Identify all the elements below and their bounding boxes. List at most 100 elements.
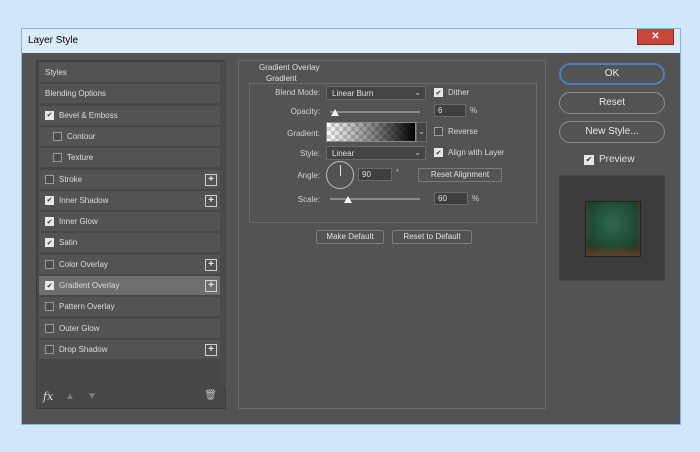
scale-percent: % <box>472 194 480 203</box>
checkbox-icon[interactable] <box>53 131 62 141</box>
reset-alignment-button[interactable]: Reset Alignment <box>418 168 502 182</box>
add-icon[interactable]: + <box>205 194 217 207</box>
move-up-icon[interactable]: ▲ <box>65 391 75 402</box>
degree-symbol: ° <box>396 168 400 177</box>
preview-box <box>559 175 665 281</box>
checkbox-icon[interactable] <box>45 174 54 184</box>
reset-to-default-button[interactable]: Reset to Default <box>392 230 472 244</box>
style-item-inner-shadow[interactable]: ✔ Inner Shadow + <box>39 190 225 211</box>
checkbox-icon[interactable] <box>53 153 62 163</box>
angle-needle <box>340 165 341 176</box>
align-with-layer-label: Align with Layer <box>448 148 505 157</box>
style-item-label: Blending Options <box>45 89 106 99</box>
close-button[interactable]: ✕ <box>637 29 674 45</box>
style-item-styles[interactable]: Styles <box>39 63 225 83</box>
move-down-icon[interactable]: ▼ <box>87 391 97 402</box>
chevron-down-icon: ⌄ <box>414 88 421 97</box>
add-icon[interactable]: + <box>205 258 217 271</box>
style-item-label: Bevel & Emboss <box>59 110 118 120</box>
preview-checkbox[interactable]: ✔ Preview <box>584 154 635 165</box>
gradient-picker-chevron-icon[interactable]: ⌄ <box>416 122 427 142</box>
style-item-label: Styles <box>45 68 67 77</box>
style-item-drop-shadow[interactable]: Drop Shadow + <box>39 339 225 360</box>
dialog-content: Styles Blending Options ✔ Bevel & Emboss Con… <box>22 53 680 424</box>
reverse-checkbox[interactable]: Reverse <box>434 127 478 136</box>
blend-mode-label: Blend Mode: <box>275 88 320 97</box>
style-item-label: Pattern Overlay <box>59 302 115 312</box>
style-item-label: Contour <box>67 131 96 141</box>
style-item-bevel-emboss[interactable]: ✔ Bevel & Emboss <box>39 105 225 126</box>
gradient-settings-box: Blend Mode: Linear Burn ⌄ ✔ Dither Opaci… <box>249 83 537 223</box>
check-icon[interactable]: ✔ <box>45 281 54 290</box>
styles-scrollbar[interactable] <box>220 61 226 388</box>
style-item-label: Stroke <box>59 174 83 184</box>
angle-label: Angle: <box>297 171 320 180</box>
style-label: Style: <box>299 149 320 158</box>
checkbox-icon[interactable] <box>45 344 54 354</box>
preview-label: Preview <box>599 154 635 165</box>
style-item-label: Color Overlay <box>59 259 108 269</box>
style-item-gradient-overlay[interactable]: ✔ Gradient Overlay + <box>39 276 225 296</box>
style-item-color-overlay[interactable]: Color Overlay + <box>39 254 225 275</box>
checkbox-icon[interactable] <box>45 302 54 312</box>
gradient-overlay-panel: Gradient Overlay Gradient Blend Mode: Li… <box>238 60 546 409</box>
dialog-title: Layer Style <box>28 35 79 46</box>
style-item-label: Outer Glow <box>59 323 100 333</box>
style-item-inner-glow[interactable]: ✔ Inner Glow <box>39 212 225 233</box>
gradient-swatch[interactable] <box>326 122 416 142</box>
blend-mode-value: Linear Burn <box>332 89 374 98</box>
style-item-label: Inner Glow <box>59 217 98 227</box>
check-icon[interactable]: ✔ <box>45 238 54 248</box>
layer-style-dialog: Layer Style ✕ Styles Blending Options ✔ Bev… <box>21 28 681 425</box>
title-bar[interactable]: Layer Style ✕ <box>22 29 680 53</box>
check-icon: ✔ <box>584 154 594 165</box>
opacity-input[interactable]: 6 <box>434 104 466 117</box>
check-icon: ✔ <box>434 148 443 157</box>
opacity-label: Opacity: <box>290 107 320 116</box>
preview-thumbnail <box>586 202 640 256</box>
dither-label: Dither <box>448 88 470 97</box>
blend-mode-select[interactable]: Linear Burn ⌄ <box>326 86 426 100</box>
scale-input[interactable]: 60 <box>434 192 468 205</box>
opacity-slider-track[interactable] <box>330 111 420 113</box>
align-with-layer-checkbox[interactable]: ✔ Align with Layer <box>434 148 504 157</box>
style-item-texture[interactable]: Texture <box>39 148 225 169</box>
style-item-satin[interactable]: ✔ Satin <box>39 233 225 254</box>
fx-icon[interactable]: fx <box>43 390 53 403</box>
add-icon[interactable]: + <box>205 280 217 292</box>
checkbox-icon[interactable] <box>45 323 54 333</box>
style-select[interactable]: Linear ⌄ <box>326 146 426 160</box>
style-item-label: Texture <box>67 153 94 163</box>
style-item-label: Gradient Overlay <box>59 281 120 290</box>
scale-slider-thumb[interactable] <box>344 196 352 203</box>
style-item-outer-glow[interactable]: Outer Glow <box>39 318 225 339</box>
checkbox-icon[interactable] <box>45 259 54 269</box>
sub-title: Gradient <box>266 74 297 83</box>
angle-dial[interactable] <box>326 161 354 189</box>
new-style-button[interactable]: New Style... <box>559 121 665 143</box>
styles-list-panel: Styles Blending Options ✔ Bevel & Emboss Con… <box>36 60 226 409</box>
scale-label: Scale: <box>297 195 320 204</box>
check-icon[interactable]: ✔ <box>45 195 54 205</box>
opacity-slider-thumb[interactable] <box>331 109 340 116</box>
check-icon[interactable]: ✔ <box>45 110 54 120</box>
style-item-label: Inner Shadow <box>59 195 109 205</box>
ok-button[interactable]: OK <box>559 63 665 85</box>
chevron-down-icon: ⌄ <box>414 148 421 157</box>
style-item-pattern-overlay[interactable]: Pattern Overlay <box>39 297 225 318</box>
opacity-percent: % <box>470 106 478 115</box>
style-item-stroke[interactable]: Stroke + <box>39 169 225 190</box>
checkbox-icon <box>434 127 443 136</box>
styles-list-footer: fx ▲ ▼ 🗑 <box>37 386 225 408</box>
trash-icon[interactable]: 🗑 <box>204 390 217 401</box>
style-item-blending-options[interactable]: Blending Options <box>39 84 225 105</box>
check-icon[interactable]: ✔ <box>45 217 54 227</box>
gradient-label: Gradient: <box>287 129 320 138</box>
angle-input[interactable]: 90 <box>358 168 392 181</box>
dither-checkbox[interactable]: ✔ Dither <box>434 88 469 97</box>
make-default-button[interactable]: Make Default <box>316 230 384 244</box>
style-item-contour[interactable]: Contour <box>39 126 225 147</box>
add-icon[interactable]: + <box>205 343 217 356</box>
add-icon[interactable]: + <box>205 173 217 186</box>
reset-button[interactable]: Reset <box>559 92 665 114</box>
